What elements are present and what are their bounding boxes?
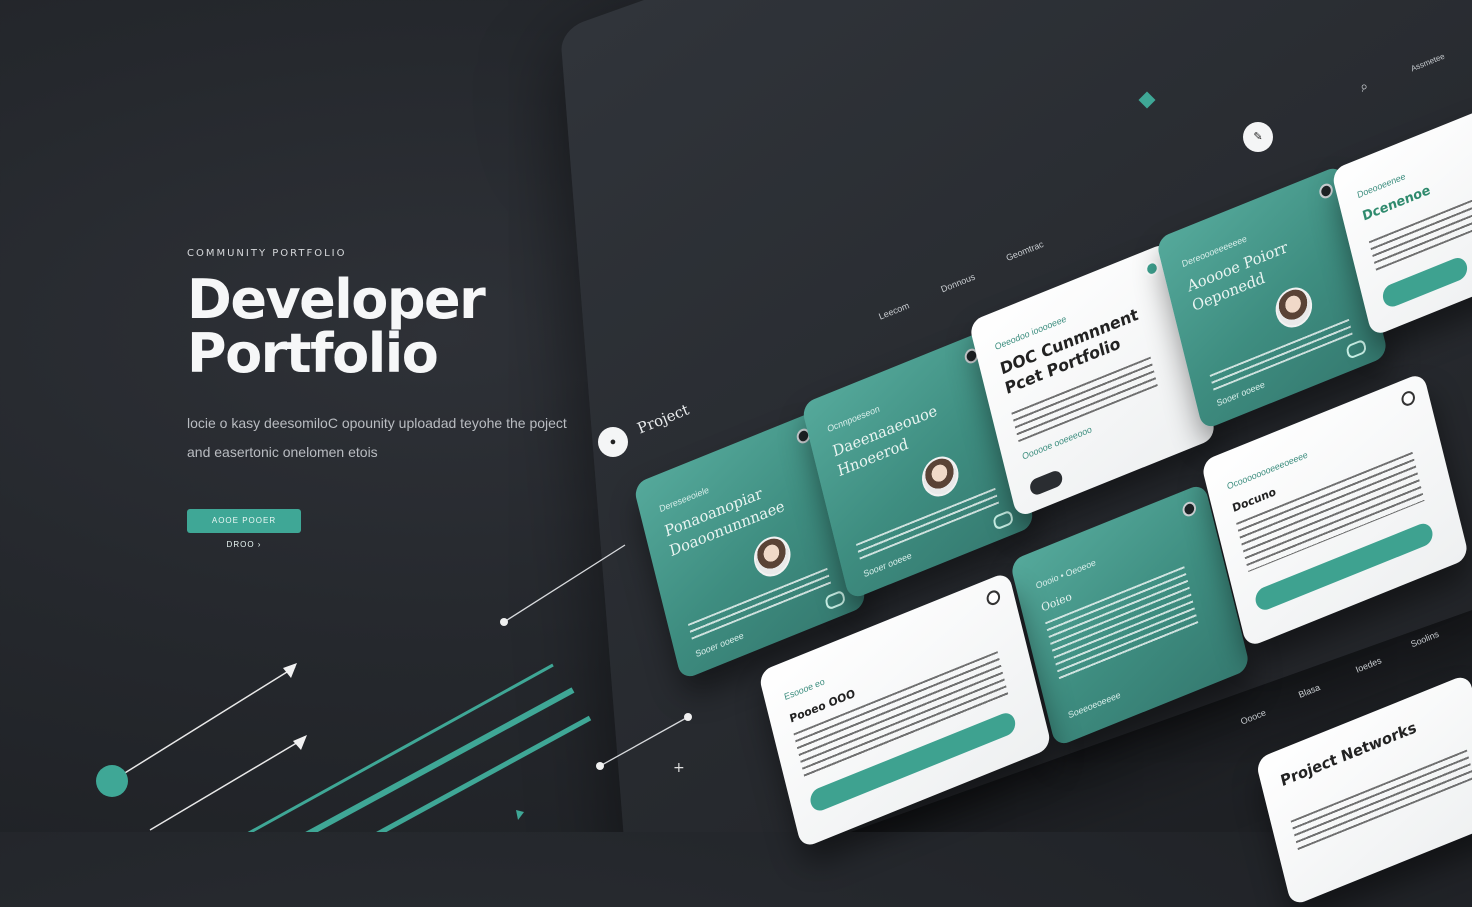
avatar [750,530,795,583]
nav-label-2[interactable]: Donnous [939,272,976,295]
nav-label-1[interactable]: Leecom [877,300,910,321]
avatar [918,450,963,503]
search-icon[interactable]: ⌕ [1357,77,1371,96]
hero-description: locie o kasy deesomiloC opounity uploada… [187,409,667,467]
card-footer: Soeeoeoeeee [1067,689,1122,721]
link-icon[interactable] [824,589,847,611]
project-card-6[interactable]: Oooio • Oeoeoe Ooieo Soeeoeoeeee [1009,482,1251,748]
cta-button[interactable]: AOOE POOER DROO › [187,509,301,549]
right-label-3[interactable]: Ioedes [1354,655,1383,674]
nav-label-3[interactable]: Geomtrac [1005,239,1045,263]
view-button[interactable] [1028,468,1064,498]
status-icon [1143,259,1161,279]
settings-icon[interactable]: ✎ [1243,122,1273,152]
right-label-1[interactable]: Oooce [1239,707,1267,726]
card-menu-icon[interactable] [985,588,1002,608]
hero-description-line-2: and easertonic onelomen etois [187,444,378,460]
avatar [1271,281,1317,334]
page-title: Developer Portfolio [187,268,486,385]
eyebrow-label: COMMUNITY PORTFOLIO [187,248,347,259]
hero-section: COMMUNITY PORTFOLIO Developer Portfolio … [187,248,727,552]
right-label-4[interactable]: Soolins [1409,629,1440,649]
card-text-lines [688,567,832,640]
card-menu-icon[interactable] [1400,388,1417,408]
link-icon[interactable] [1345,338,1368,360]
right-label-2[interactable]: Blasa [1297,682,1322,700]
card-menu-icon[interactable] [1317,181,1335,201]
top-right-label[interactable]: Assmetee [1410,52,1446,74]
link-icon[interactable] [992,509,1015,531]
hero-description-line-1: locie o kasy deesomiloC opounity uploada… [187,415,567,431]
card-menu-icon[interactable] [1181,499,1198,519]
card-text-lines [856,487,1000,560]
project-card-9[interactable]: Project Networks [1255,673,1472,907]
card-text-lines [1209,318,1353,391]
